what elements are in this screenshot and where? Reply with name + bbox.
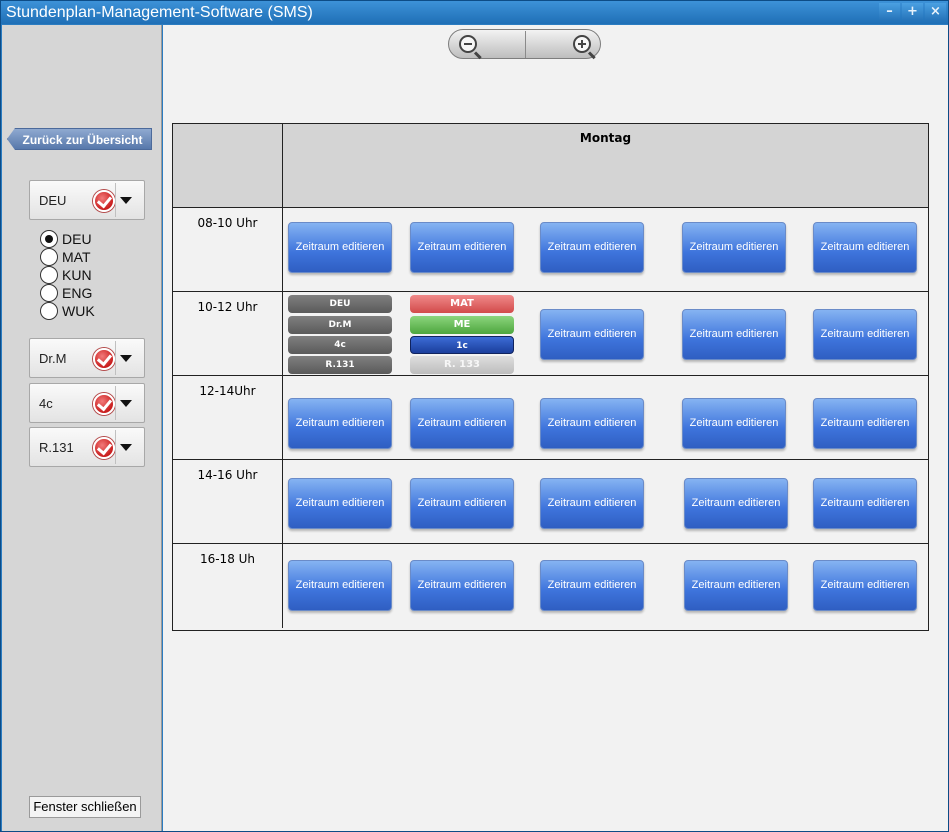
back-to-overview-button[interactable]: Zurück zur Übersicht — [7, 128, 152, 150]
table-row: 14-16 Uhr Zeitraum editieren Zeitraum ed… — [173, 460, 928, 544]
close-icon[interactable]: × — [925, 3, 946, 21]
edit-slot-button[interactable]: Zeitraum editieren — [682, 398, 786, 449]
radio-deu[interactable]: DEU — [40, 230, 95, 248]
schedule-table: Montag 08-10 Uhr Zeitraum editieren Zeit… — [172, 123, 929, 631]
radio-button[interactable] — [40, 284, 58, 302]
edit-slot-button[interactable]: Zeitraum editieren — [813, 398, 917, 449]
dropdown-label: DEU — [39, 193, 67, 208]
dropdown-label: Dr.M — [39, 351, 67, 366]
edit-slot-button[interactable]: Zeitraum editieren — [288, 478, 392, 529]
edit-slot-button[interactable]: Zeitraum editieren — [540, 478, 644, 529]
radio-label: MAT — [62, 249, 91, 265]
table-row: 08-10 Uhr Zeitraum editieren Zeitraum ed… — [173, 208, 928, 292]
room-dropdown[interactable]: R.131 — [29, 427, 145, 467]
title-bar: Stundenplan-Management-Software (SMS) – … — [1, 1, 948, 24]
header-corner — [173, 124, 283, 208]
day-header: Montag — [283, 124, 928, 208]
edit-slot-button[interactable]: Zeitraum editieren — [410, 478, 514, 529]
maximize-icon[interactable]: + — [902, 3, 923, 21]
chevron-down-icon[interactable] — [120, 355, 132, 362]
time-label: 16-18 Uh — [173, 544, 283, 628]
edit-slot-button[interactable]: Zeitraum editieren — [813, 309, 917, 360]
divider — [115, 386, 116, 420]
edit-slot-button[interactable]: Zeitraum editieren — [288, 222, 392, 273]
radio-eng[interactable]: ENG — [40, 284, 95, 302]
check-icon[interactable] — [93, 348, 115, 370]
app-window: Stundenplan-Management-Software (SMS) – … — [0, 0, 949, 832]
time-label: 10-12 Uhr — [173, 292, 283, 375]
table-row: 12-14Uhr Zeitraum editieren Zeitraum edi… — [173, 376, 928, 460]
booked-class[interactable]: 4c — [288, 336, 392, 354]
edit-slot-button[interactable]: Zeitraum editieren — [410, 222, 514, 273]
table-row: 10-12 Uhr DEU Dr.M 4c R.131 MAT ME 1c R.… — [173, 292, 928, 376]
booked-teacher[interactable]: Dr.M — [288, 316, 392, 334]
time-label: 14-16 Uhr — [173, 460, 283, 543]
sidebar: Zurück zur Übersicht DEU DEU MAT KUN ENG… — [2, 25, 162, 831]
booked-class[interactable]: 1c — [410, 336, 514, 354]
chevron-down-icon[interactable] — [120, 197, 132, 204]
edit-slot-button[interactable]: Zeitraum editieren — [288, 398, 392, 449]
edit-slot-button[interactable]: Zeitraum editieren — [813, 560, 917, 611]
booked-subject[interactable]: MAT — [410, 295, 514, 313]
edit-slot-button[interactable]: Zeitraum editieren — [682, 222, 786, 273]
booked-room[interactable]: R.131 — [288, 356, 392, 374]
radio-label: ENG — [62, 285, 93, 301]
divider — [115, 430, 116, 464]
time-label: 08-10 Uhr — [173, 208, 283, 291]
subject-dropdown[interactable]: DEU — [29, 180, 145, 220]
check-icon[interactable] — [93, 190, 115, 212]
teacher-dropdown[interactable]: Dr.M — [29, 338, 145, 378]
radio-button[interactable] — [40, 248, 58, 266]
radio-button[interactable] — [40, 302, 58, 320]
zoom-in-icon[interactable] — [573, 35, 591, 53]
window-controls: – + × — [879, 3, 946, 21]
radio-label: KUN — [62, 267, 92, 283]
radio-button[interactable] — [40, 266, 58, 284]
divider — [115, 183, 116, 217]
day-label: Montag — [579, 131, 632, 145]
radio-wuk[interactable]: WUK — [40, 302, 95, 320]
edit-slot-button[interactable]: Zeitraum editieren — [540, 560, 644, 611]
radio-mat[interactable]: MAT — [40, 248, 95, 266]
edit-slot-button[interactable]: Zeitraum editieren — [540, 222, 644, 273]
close-window-button[interactable]: Fenster schließen — [29, 796, 141, 818]
radio-label: WUK — [62, 303, 95, 319]
divider — [525, 31, 526, 58]
booked-teacher[interactable]: ME — [410, 316, 514, 334]
class-dropdown[interactable]: 4c — [29, 383, 145, 423]
divider — [115, 341, 116, 375]
edit-slot-button[interactable]: Zeitraum editieren — [813, 222, 917, 273]
dropdown-label: R.131 — [39, 440, 74, 455]
chevron-down-icon[interactable] — [120, 444, 132, 451]
booked-room[interactable]: R. 133 — [410, 356, 514, 374]
check-icon[interactable] — [93, 393, 115, 415]
radio-label: DEU — [62, 231, 92, 247]
edit-slot-button[interactable]: Zeitraum editieren — [682, 309, 786, 360]
edit-slot-button[interactable]: Zeitraum editieren — [684, 478, 788, 529]
edit-slot-button[interactable]: Zeitraum editieren — [540, 309, 644, 360]
zoom-out-icon[interactable] — [459, 35, 477, 53]
chevron-down-icon[interactable] — [120, 400, 132, 407]
check-icon[interactable] — [93, 437, 115, 459]
subject-radio-group: DEU MAT KUN ENG WUK — [40, 230, 95, 320]
edit-slot-button[interactable]: Zeitraum editieren — [288, 560, 392, 611]
dropdown-label: 4c — [39, 396, 53, 411]
window-title: Stundenplan-Management-Software (SMS) — [6, 4, 313, 21]
table-row: 16-18 Uh Zeitraum editieren Zeitraum edi… — [173, 544, 928, 628]
edit-slot-button[interactable]: Zeitraum editieren — [684, 560, 788, 611]
radio-kun[interactable]: KUN — [40, 266, 95, 284]
booked-subject[interactable]: DEU — [288, 295, 392, 313]
edit-slot-button[interactable]: Zeitraum editieren — [410, 398, 514, 449]
main-area: Montag 08-10 Uhr Zeitraum editieren Zeit… — [163, 25, 948, 831]
time-label: 12-14Uhr — [173, 376, 283, 459]
radio-button[interactable] — [40, 230, 58, 248]
edit-slot-button[interactable]: Zeitraum editieren — [540, 398, 644, 449]
edit-slot-button[interactable]: Zeitraum editieren — [410, 560, 514, 611]
minimize-icon[interactable]: – — [879, 3, 900, 21]
edit-slot-button[interactable]: Zeitraum editieren — [813, 478, 917, 529]
zoom-control — [448, 29, 601, 59]
